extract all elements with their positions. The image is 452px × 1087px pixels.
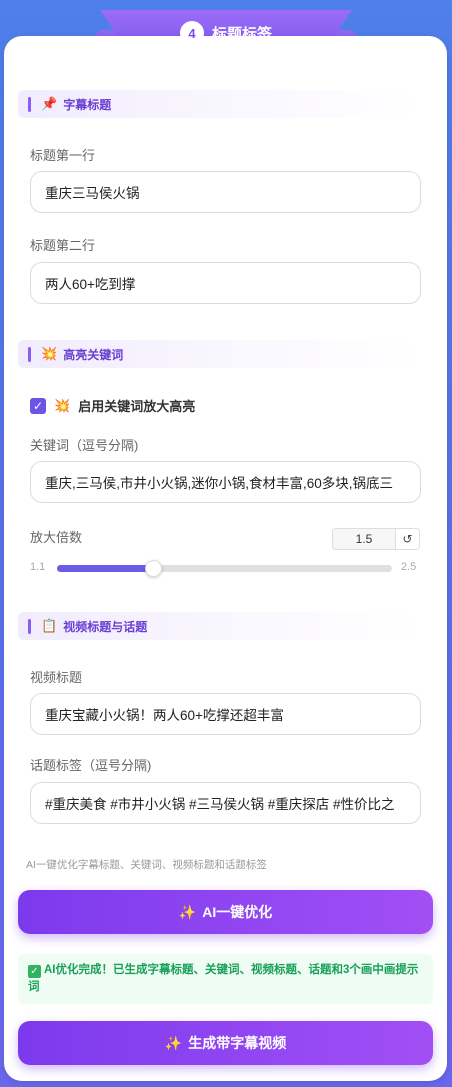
scale-label: 放大倍数 xyxy=(30,530,83,545)
tags-input[interactable]: #重庆美食 #市井小火锅 #三马侯火锅 #重庆探店 #性价比之 xyxy=(30,782,421,824)
scale-min-label: 1.1 xyxy=(30,561,46,573)
enable-keyword-highlight-checkbox[interactable]: ✓ xyxy=(30,397,46,414)
sparkles-icon: ✨ xyxy=(164,1034,183,1051)
scale-max-label: 2.5 xyxy=(401,561,417,573)
title-line2-input[interactable]: 两人60+吃到撑 xyxy=(30,262,421,304)
step-header: 4 标题标签 xyxy=(0,19,452,47)
pushpin-icon: 📌 xyxy=(41,96,58,111)
section-header-keywords: 💥 高亮关键词 xyxy=(18,340,418,368)
step-title: 标题标签 xyxy=(211,25,272,43)
scale-number-box[interactable]: 1.5 ↺ xyxy=(332,528,420,550)
success-message-box: ✓ AI优化完成！已生成字幕标题、关键词、视频标题、话题和3个画中画提示词 xyxy=(18,954,433,1004)
enable-keyword-highlight-label: 启用关键词放大高亮 xyxy=(78,399,196,414)
section-accent-bar xyxy=(28,618,31,634)
generate-video-label: 生成带字幕视频 xyxy=(188,1035,287,1051)
clipboard-icon: 📋 xyxy=(41,618,58,633)
video-title-label: 视频标题 xyxy=(30,670,83,685)
generate-video-button[interactable]: ✨ 生成带字幕视频 xyxy=(18,1021,433,1065)
title-line1-input[interactable]: 重庆三马侯火锅 xyxy=(30,171,421,213)
sparkle-burst-icon: 💥 xyxy=(54,397,71,413)
success-message-text: AI优化完成！已生成字幕标题、关键词、视频标题、话题和3个画中画提示词 xyxy=(28,964,419,993)
section-title: 高亮关键词 xyxy=(63,347,124,362)
section-title: 视频标题与话题 xyxy=(63,619,148,634)
section-accent-bar xyxy=(28,96,31,112)
scale-slider-fill xyxy=(57,565,153,572)
video-title-input[interactable]: 重庆宝藏小火锅！两人60+吃撑还超丰富 xyxy=(30,693,421,735)
section-accent-bar xyxy=(28,346,31,362)
keywords-label: 关键词（逗号分隔) xyxy=(30,438,139,453)
ai-hint-text: AI一键优化字幕标题、关键词、视频标题和话题标签 xyxy=(26,859,267,871)
ai-optimize-label: AI一键优化 xyxy=(202,904,273,920)
reset-icon[interactable]: ↺ xyxy=(395,529,419,549)
settings-card: 📌 字幕标题 标题第一行 重庆三马侯火锅 标题第二行 两人60+吃到撑 💥 高亮… xyxy=(4,36,447,1081)
scale-slider-thumb[interactable] xyxy=(145,560,162,577)
sparkle-burst-icon: 💥 xyxy=(41,346,58,361)
section-header-subtitle: 📌 字幕标题 xyxy=(18,90,418,118)
ai-optimize-button[interactable]: ✨ AI一键优化 xyxy=(18,890,433,934)
sparkles-icon: ✨ xyxy=(178,903,197,920)
scale-slider[interactable] xyxy=(57,560,392,577)
title-line2-label: 标题第二行 xyxy=(30,238,96,253)
section-title: 字幕标题 xyxy=(63,97,112,112)
enable-keyword-highlight-row[interactable]: ✓ 💥 启用关键词放大高亮 xyxy=(30,396,195,415)
check-mark-icon: ✓ xyxy=(28,965,41,978)
title-line1-label: 标题第一行 xyxy=(30,148,96,163)
step-number-badge: 4 xyxy=(179,21,204,45)
section-header-video: 📋 视频标题与话题 xyxy=(18,612,418,640)
keywords-input[interactable]: 重庆,三马侯,市井小火锅,迷你小锅,食材丰富,60多块,锅底三 xyxy=(30,461,421,503)
tags-label: 话题标签（逗号分隔) xyxy=(30,758,152,773)
scale-value[interactable]: 1.5 xyxy=(333,529,395,549)
